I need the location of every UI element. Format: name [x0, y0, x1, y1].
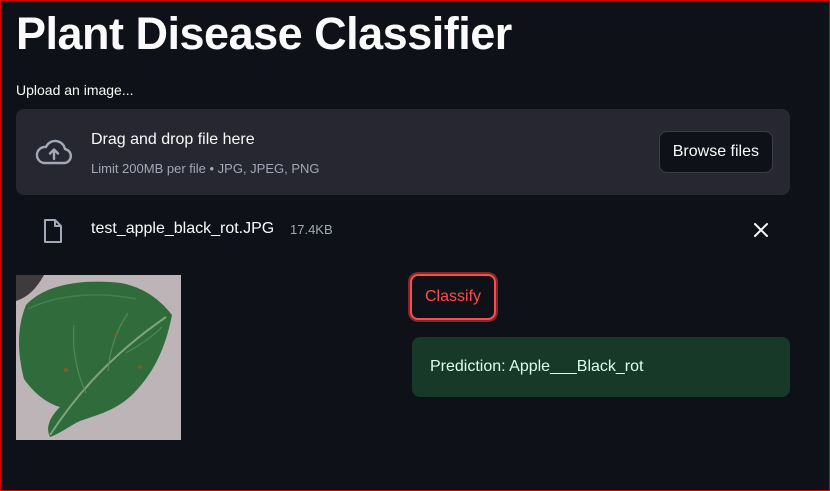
prediction-text: Prediction: Apple___Black_rot: [430, 358, 644, 375]
uploaded-file-name: test_apple_black_rot.JPG: [91, 220, 275, 237]
browse-files-button[interactable]: Browse files: [658, 131, 773, 173]
dropzone-limit-text: Limit 200MB per file • JPG, JPEG, PNG: [91, 161, 320, 176]
cloud-upload-icon: [35, 139, 73, 165]
uploaded-leaf-image: [16, 275, 181, 440]
classify-button[interactable]: Classify: [410, 274, 497, 320]
uploaded-file-size: 17.4KB: [290, 222, 333, 237]
file-icon: [44, 219, 62, 243]
dropzone-title: Drag and drop file here: [91, 131, 255, 148]
close-icon[interactable]: [753, 222, 769, 238]
prediction-result-box: Prediction: Apple___Black_rot: [412, 337, 790, 397]
upload-label: Upload an image...: [16, 82, 134, 98]
file-dropzone[interactable]: Drag and drop file here Limit 200MB per …: [16, 109, 790, 195]
page-title: Plant Disease Classifier: [16, 8, 512, 59]
uploaded-file-row: test_apple_black_rot.JPG 17.4KB: [16, 208, 790, 252]
